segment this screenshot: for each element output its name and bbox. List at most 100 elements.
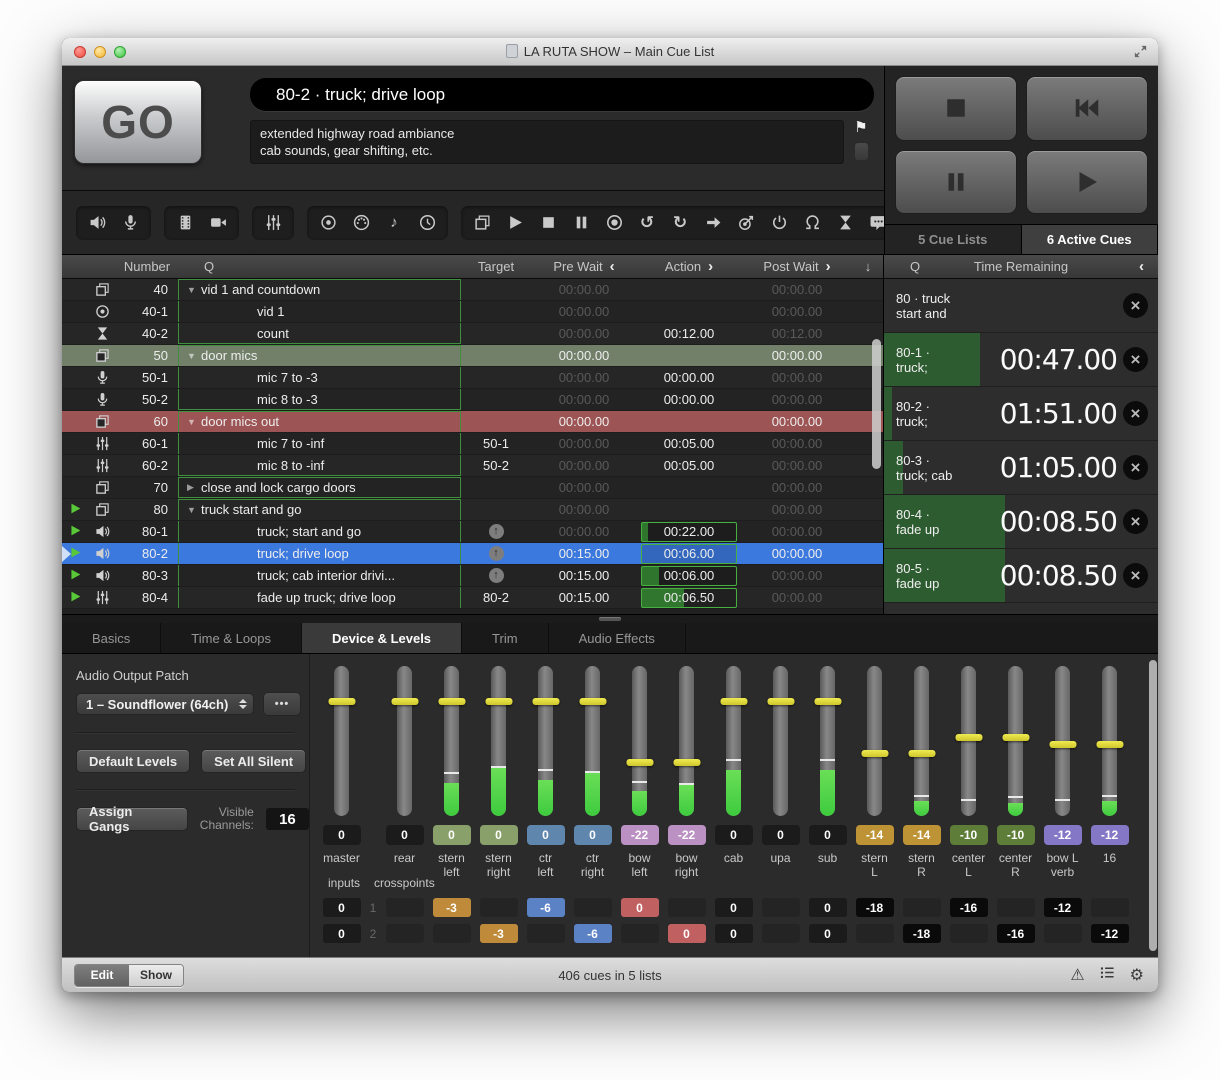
fader-track[interactable]: [1102, 666, 1117, 816]
fader-thumb[interactable]: [1096, 741, 1123, 748]
cue-row[interactable]: 40-2count00:00.0000:12.0000:12.00: [62, 323, 883, 345]
channel-level-value[interactable]: -10: [997, 825, 1035, 845]
channel-level-value[interactable]: 0: [386, 825, 424, 845]
cue-number[interactable]: 70: [116, 480, 178, 495]
pre-wait-value[interactable]: 00:00.00: [531, 282, 637, 297]
action-cell[interactable]: 00:05.00: [637, 436, 741, 451]
set-all-silent-button[interactable]: Set All Silent: [201, 749, 306, 773]
crosspoint-value[interactable]: [621, 924, 659, 943]
cue-name-cell[interactable]: mic 7 to -3: [178, 367, 461, 388]
col-number[interactable]: Number: [116, 259, 178, 274]
divider-grip[interactable]: [599, 617, 621, 621]
stop-cue-button[interactable]: ×: [1123, 509, 1148, 534]
target-cell[interactable]: ↑: [461, 546, 531, 561]
post-wait-value[interactable]: 00:00.00: [741, 436, 853, 451]
fader-track[interactable]: [867, 666, 882, 816]
tab-cue-lists[interactable]: 5 Cue Lists: [885, 225, 1022, 254]
notes-resize-handle[interactable]: [854, 142, 869, 161]
tab-active-cues[interactable]: 6 Active Cues: [1022, 225, 1159, 254]
active-cue-row[interactable]: 80-2 · truck;01:51.00×: [884, 387, 1158, 441]
tab-basics[interactable]: Basics: [62, 623, 161, 653]
col-q[interactable]: Q: [178, 259, 461, 274]
tab-trim[interactable]: Trim: [462, 623, 549, 653]
channel-level-value[interactable]: 0: [433, 825, 471, 845]
target-icon[interactable]: [319, 214, 337, 232]
goto-icon[interactable]: [704, 214, 722, 232]
load-icon[interactable]: [605, 214, 623, 232]
crosspoint-value[interactable]: [950, 924, 988, 943]
start-icon[interactable]: [506, 214, 524, 232]
midi-icon[interactable]: [352, 214, 370, 232]
fader-track[interactable]: [820, 666, 835, 816]
cue-number[interactable]: 60-1: [116, 436, 178, 451]
cue-notes[interactable]: extended highway road ambiance cab sound…: [250, 120, 844, 164]
cue-number[interactable]: 80-2: [116, 546, 178, 561]
stop-cue-button[interactable]: ×: [1123, 347, 1148, 372]
cue-number[interactable]: 40-1: [116, 304, 178, 319]
assign-gangs-button[interactable]: Assign Gangs: [76, 807, 188, 831]
crosspoint-value[interactable]: -12: [1044, 898, 1082, 917]
fader-thumb[interactable]: [908, 750, 935, 757]
fader-track[interactable]: [334, 666, 349, 816]
cue-number[interactable]: 80-1: [116, 524, 178, 539]
crosspoint-value[interactable]: 0: [809, 924, 847, 943]
channel-level-value[interactable]: 0: [574, 825, 612, 845]
wait-icon[interactable]: [836, 214, 854, 232]
fader-thumb[interactable]: [1049, 741, 1076, 748]
cue-row[interactable]: 50-1mic 7 to -300:00.0000:00.0000:00.00: [62, 367, 883, 389]
disclosure-open-icon[interactable]: ▼: [187, 505, 201, 515]
fade-icon[interactable]: [264, 214, 282, 232]
action-cell[interactable]: 00:12.00: [637, 326, 741, 341]
stop-cue-button[interactable]: ×: [1123, 455, 1148, 480]
post-wait-value[interactable]: 00:00.00: [741, 546, 853, 561]
pre-wait-value[interactable]: 00:15.00: [531, 546, 637, 561]
cue-row[interactable]: 50-2mic 8 to -300:00.0000:00.0000:00.00: [62, 389, 883, 411]
cue-name-cell[interactable]: truck; drive loop: [178, 543, 461, 564]
devamp-icon[interactable]: ↻: [671, 214, 689, 232]
pre-wait-value[interactable]: 00:00.00: [531, 436, 637, 451]
cue-name-cell[interactable]: truck; cab interior drivi...: [178, 565, 461, 586]
flag-icon[interactable]: ⚑: [854, 120, 867, 136]
active-cue-row[interactable]: 80-3 · truck; cab01:05.00×: [884, 441, 1158, 495]
channel-level-value[interactable]: 0: [527, 825, 565, 845]
channel-level-value[interactable]: 0: [323, 825, 361, 845]
pre-wait-value[interactable]: 00:00.00: [531, 414, 637, 429]
tab-device-levels[interactable]: Device & Levels: [302, 623, 462, 653]
crosspoint-value[interactable]: 0: [323, 898, 361, 917]
channel-level-value[interactable]: -22: [621, 825, 659, 845]
audio-patch-dropdown[interactable]: 1 – Soundflower (64ch): [76, 693, 254, 715]
pause-all-button[interactable]: [895, 150, 1017, 215]
cue-row[interactable]: 50▼door mics00:00.0000:00.00: [62, 345, 883, 367]
crosspoint-value[interactable]: [527, 924, 565, 943]
visible-channels-value[interactable]: 16: [266, 808, 309, 830]
cue-name-cell[interactable]: mic 8 to -3: [178, 389, 461, 410]
resume-all-button[interactable]: [1026, 150, 1148, 215]
cue-name-cell[interactable]: mic 8 to -inf: [178, 455, 461, 476]
channel-level-value[interactable]: -22: [668, 825, 706, 845]
post-wait-value[interactable]: 00:00.00: [741, 348, 853, 363]
crosspoint-value[interactable]: -3: [433, 898, 471, 917]
crosspoint-value[interactable]: 0: [715, 924, 753, 943]
cue-name-cell[interactable]: mic 7 to -inf: [178, 433, 461, 454]
cue-row[interactable]: 80-2truck; drive loop↑00:15.0000:06.0000…: [62, 543, 883, 565]
post-wait-value[interactable]: 00:00.00: [741, 282, 853, 297]
pre-wait-value[interactable]: 00:00.00: [531, 524, 637, 539]
target-cell[interactable]: ↑: [461, 524, 531, 539]
crosspoint-value[interactable]: -18: [903, 924, 941, 943]
group-icon[interactable]: [473, 214, 491, 232]
fader-track[interactable]: [1055, 666, 1070, 816]
disclosure-open-icon[interactable]: ▼: [187, 285, 201, 295]
post-wait-value[interactable]: 00:00.00: [741, 524, 853, 539]
col-target[interactable]: Target: [461, 259, 531, 274]
camera-icon[interactable]: [209, 214, 227, 232]
channel-level-value[interactable]: -14: [903, 825, 941, 845]
pre-wait-value[interactable]: 00:00.00: [531, 348, 637, 363]
cue-name-cell[interactable]: fade up truck; drive loop: [178, 587, 461, 608]
music-icon[interactable]: ♪: [385, 214, 403, 232]
crosspoint-value[interactable]: 0: [715, 898, 753, 917]
fader-track[interactable]: [1008, 666, 1023, 816]
crosspoint-value[interactable]: [386, 898, 424, 917]
crosspoint-value[interactable]: -16: [997, 924, 1035, 943]
post-wait-value[interactable]: 00:00.00: [741, 414, 853, 429]
post-wait-value[interactable]: 00:00.00: [741, 304, 853, 319]
